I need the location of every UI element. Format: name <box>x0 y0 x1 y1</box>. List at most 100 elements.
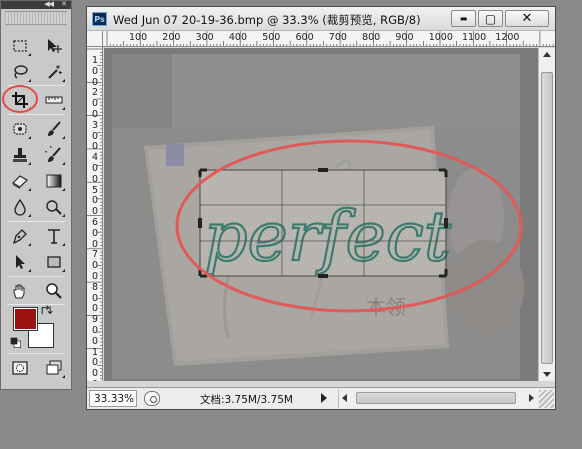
path-selection-icon[interactable] <box>8 251 32 273</box>
hand-icon[interactable] <box>8 280 32 302</box>
ruler-label: 900 <box>395 32 414 43</box>
history-brush-icon[interactable] <box>42 144 66 166</box>
ruler-label: 0 <box>92 303 99 315</box>
ruler-label: 1 <box>92 346 99 358</box>
maximize-button[interactable]: ▢ <box>478 10 503 27</box>
ruler-label: 0 <box>92 65 99 77</box>
default-colors-icon[interactable] <box>9 336 23 349</box>
ruler-label: 0 <box>92 227 99 239</box>
document-size-info: 文档:3.75M/3.75M <box>200 394 293 406</box>
ruler-label: 1000 <box>428 32 453 43</box>
scroll-right-icon[interactable] <box>529 394 534 402</box>
scroll-left-icon[interactable] <box>342 394 347 402</box>
quick-mask-icon[interactable] <box>8 357 32 379</box>
ruler-label: 400 <box>228 32 248 43</box>
horizontal-ruler[interactable]: 100 200 300 400 500 600 700 800 900 1000 1100 1200 <box>103 31 555 47</box>
screen-mode-icon[interactable] <box>42 357 66 379</box>
zoom-level-field[interactable]: 33.33% <box>89 390 137 407</box>
scroll-down-icon[interactable] <box>543 372 551 377</box>
blur-icon[interactable] <box>8 196 32 218</box>
toolbox-separator <box>7 276 65 277</box>
close-panel-icon[interactable]: ✕ <box>61 0 67 8</box>
dodge-icon[interactable] <box>42 196 66 218</box>
document-window: Ps Wed Jun 07 20-19-36.bmp @ 33.3% (裁剪预览… <box>86 6 556 410</box>
vertical-ruler[interactable]: 1002003004005006007008009001000 <box>87 47 103 381</box>
gradient-icon[interactable] <box>42 170 66 192</box>
ruler-label: 0 <box>92 76 99 88</box>
ruler-label: 200 <box>162 32 181 43</box>
ruler-label: 0 <box>92 109 99 120</box>
ruler-label: 0 <box>92 173 99 185</box>
foreground-color-swatch[interactable] <box>13 307 38 331</box>
maximize-icon: ▢ <box>484 11 497 26</box>
magic-wand-icon[interactable] <box>42 61 66 83</box>
ruler-label: 0 <box>92 163 99 174</box>
ruler-label: 3 <box>92 119 99 131</box>
status-bar: 33.33% 文档:3.75M/3.75M <box>87 387 555 409</box>
clone-stamp-icon[interactable] <box>8 144 32 166</box>
horizontal-scrollbar[interactable] <box>338 389 538 408</box>
ruler-label: 1100 <box>462 32 487 43</box>
ruler-label: 0 <box>92 271 99 282</box>
toolbox-separator <box>7 304 65 305</box>
ruler-label: 0 <box>92 98 99 110</box>
ruler-icon[interactable] <box>42 89 66 111</box>
ruler-label: 0 <box>92 195 99 207</box>
vertical-scroll-thumb[interactable] <box>541 72 553 364</box>
pen-icon[interactable] <box>8 225 32 247</box>
ruler-label: 500 <box>262 32 281 43</box>
vertical-scrollbar[interactable] <box>538 48 555 381</box>
lasso-icon[interactable] <box>8 61 32 83</box>
ruler-label: 0 <box>92 357 99 369</box>
eraser-icon[interactable] <box>8 170 32 192</box>
spot-healing-icon[interactable] <box>8 118 32 140</box>
ruler-label: 7 <box>92 249 99 261</box>
minimize-button[interactable]: ▬ <box>451 10 476 27</box>
scroll-up-icon[interactable] <box>543 52 551 57</box>
crop-preview[interactable]: perfect <box>198 168 453 278</box>
toolbox-separator <box>7 221 65 222</box>
ruler-label: 0 <box>92 292 99 304</box>
ruler-label: 9 <box>92 314 99 326</box>
zoom-icon[interactable] <box>42 280 66 302</box>
resize-grip[interactable] <box>539 390 554 408</box>
panel-grip[interactable] <box>5 11 67 25</box>
brush-icon[interactable] <box>42 118 66 140</box>
status-info-icon[interactable] <box>144 391 160 406</box>
swap-colors-icon[interactable] <box>38 303 54 317</box>
move-icon[interactable] <box>42 35 66 57</box>
close-icon: ✕ <box>521 11 533 26</box>
ruler-label: 0 <box>92 325 99 336</box>
ruler-label: 600 <box>295 32 314 43</box>
status-menu-arrow-icon[interactable] <box>321 393 327 403</box>
photoshop-logo-icon: Ps <box>92 12 107 26</box>
close-button[interactable]: ✕ <box>505 10 549 27</box>
image-text: perfect <box>204 198 452 277</box>
ruler-label: 700 <box>328 32 347 43</box>
document-titlebar[interactable]: Ps Wed Jun 07 20-19-36.bmp @ 33.3% (裁剪预览… <box>87 7 555 31</box>
ruler-label: 0 <box>92 238 99 250</box>
ruler-label: 4 <box>92 152 99 164</box>
ruler-label: 100 <box>129 32 148 43</box>
ruler-label: 0 <box>92 368 99 380</box>
tools-panel-header: ◀◀ ✕ <box>1 0 71 9</box>
toolbox-separator <box>7 353 65 354</box>
ruler-label: 800 <box>362 32 381 43</box>
ruler-label: 6 <box>92 217 99 228</box>
document-canvas[interactable]: 本领 perfect <box>104 48 538 381</box>
ruler-label: 300 <box>195 32 214 43</box>
ruler-label: 0 <box>92 335 99 347</box>
ruler-origin[interactable] <box>87 31 103 47</box>
rectangle-shape-icon[interactable] <box>42 251 66 273</box>
rectangular-marquee-icon[interactable] <box>8 35 32 57</box>
ruler-label: 8 <box>92 281 99 293</box>
type-icon[interactable] <box>42 225 66 247</box>
collapse-panel-icon[interactable]: ◀◀ <box>44 0 54 8</box>
tools-panel: ◀◀ ✕ <box>0 0 72 390</box>
ruler-label: 0 <box>92 141 99 153</box>
horizontal-scroll-thumb[interactable] <box>356 392 516 404</box>
ruler-label: 0 <box>92 260 99 272</box>
crop-tool-highlight <box>2 85 38 113</box>
ruler-label: 2 <box>92 87 99 99</box>
document-title: Wed Jun 07 20-19-36.bmp @ 33.3% (裁剪预览, R… <box>113 13 421 27</box>
